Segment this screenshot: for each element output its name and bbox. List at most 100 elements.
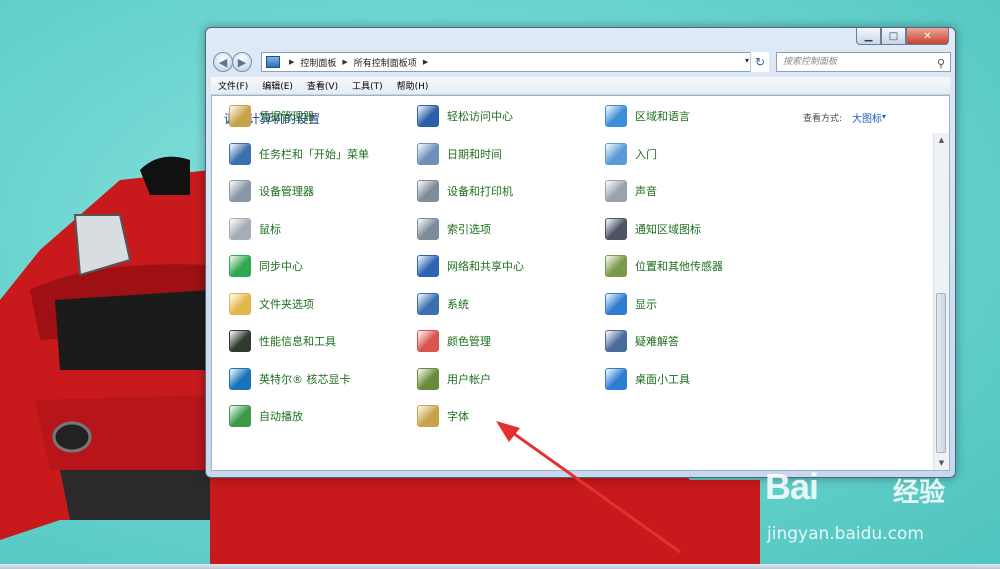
control-panel-item[interactable]: 用户帐户 <box>417 365 491 393</box>
control-panel-item-label: 声音 <box>635 185 657 198</box>
control-panel-item-label: 自动播放 <box>259 410 303 423</box>
view-by-dropdown[interactable]: 大图标 <box>852 110 882 125</box>
control-panel-item[interactable]: 日期和时间 <box>417 140 502 168</box>
globe-icon <box>605 105 627 127</box>
control-panel-item-label: 网络和共享中心 <box>447 260 524 273</box>
control-panel-item-label: 鼠标 <box>259 222 281 236</box>
control-panel-item-label: 通知区域图标 <box>635 222 701 236</box>
control-panel-item[interactable]: 同步中心 <box>229 252 303 280</box>
control-panel-item[interactable]: 入门 <box>605 140 657 168</box>
address-dropdown-icon[interactable]: ▾ <box>745 56 749 65</box>
breadcrumb-separator: ▶ <box>342 58 348 66</box>
car-foglight <box>52 421 92 453</box>
calendar-clock-icon <box>417 142 439 165</box>
control-panel-item[interactable]: 凭据管理器 <box>229 102 314 130</box>
control-panel-item-label: 设备和打印机 <box>447 185 513 198</box>
fonts-icon <box>417 405 439 427</box>
control-panel-item-label: 凭据管理器 <box>259 110 314 123</box>
control-panel-item[interactable]: 自动播放 <box>229 402 303 430</box>
control-panel-item[interactable]: 索引选项 <box>417 215 491 243</box>
control-panel-item[interactable]: 位置和其他传感器 <box>605 252 723 280</box>
scroll-up-button[interactable]: ▲ <box>934 133 949 147</box>
mouse-icon <box>229 217 251 240</box>
control-panel-item-label: 入门 <box>635 147 657 161</box>
control-panel-item-label: 同步中心 <box>259 260 303 273</box>
search-icon[interactable]: ⚲ <box>937 55 945 73</box>
chevron-down-icon[interactable]: ▾ <box>882 112 886 121</box>
scroll-thumb[interactable] <box>936 293 946 453</box>
control-panel-item[interactable]: 显示 <box>605 290 657 318</box>
folder-options-icon <box>229 292 251 315</box>
getting-started-icon <box>605 142 627 165</box>
control-panel-item-label: 任务栏和「开始」菜单 <box>259 147 369 161</box>
refresh-button[interactable]: ↻ <box>750 52 769 72</box>
control-panel-item[interactable]: 设备和打印机 <box>417 177 513 205</box>
breadcrumb-all-items[interactable]: 所有控制面板项 <box>354 56 417 69</box>
menu-help[interactable]: 帮助(H) <box>390 79 436 92</box>
menu-edit[interactable]: 编辑(E) <box>255 79 300 92</box>
control-panel-item-label: 桌面小工具 <box>635 372 690 386</box>
taskbar-icon <box>229 142 251 165</box>
sync-icon <box>229 255 251 277</box>
autoplay-icon <box>229 405 251 427</box>
menu-tools[interactable]: 工具(T) <box>345 79 390 92</box>
maximize-button[interactable]: □ <box>881 28 906 45</box>
desktop-gadgets-icon <box>605 367 627 390</box>
control-panel-item-label: 日期和时间 <box>447 147 502 161</box>
car-grille <box>55 290 210 370</box>
menu-view[interactable]: 查看(V) <box>300 79 345 92</box>
sensor-icon <box>605 255 627 277</box>
control-panel-item[interactable]: 文件夹选项 <box>229 290 314 318</box>
forward-button[interactable]: ▶ <box>232 52 252 72</box>
control-panel-item-label: 位置和其他传感器 <box>635 260 723 273</box>
credential-vault-icon <box>229 105 251 127</box>
menu-bar: 文件(F) 编辑(E) 查看(V) 工具(T) 帮助(H) <box>211 77 950 95</box>
control-panel-item[interactable]: 区域和语言 <box>605 102 690 130</box>
watermark-suffix: 经验 <box>893 478 946 508</box>
control-panel-item-label: 显示 <box>635 297 657 311</box>
notification-area-icon <box>605 217 627 240</box>
control-panel-item[interactable]: 鼠标 <box>229 215 281 243</box>
baidu-jingyan-watermark: Bai 经验 jingyan.baidu.com <box>765 466 985 551</box>
performance-icon <box>229 330 251 352</box>
control-panel-item[interactable]: 性能信息和工具 <box>229 327 336 355</box>
watermark-brand: Bai <box>765 466 819 507</box>
control-panel-item-label: 性能信息和工具 <box>259 335 336 348</box>
troubleshooting-icon <box>605 330 627 352</box>
control-panel-item[interactable]: 英特尔® 核芯显卡 <box>229 365 351 393</box>
breadcrumb-separator: ▶ <box>289 58 295 66</box>
control-panel-item[interactable]: 轻松访问中心 <box>417 102 513 130</box>
close-button[interactable]: ✕ <box>906 28 949 45</box>
back-button[interactable]: ◀ <box>213 52 233 72</box>
control-panel-item[interactable]: 桌面小工具 <box>605 365 690 393</box>
control-panel-item[interactable]: 网络和共享中心 <box>417 252 524 280</box>
search-input[interactable]: 搜索控制面板 ⚲ <box>776 52 951 72</box>
control-panel-item[interactable]: 任务栏和「开始」菜单 <box>229 140 369 168</box>
control-panel-item[interactable]: 设备管理器 <box>229 177 314 205</box>
control-panel-item-label: 区域和语言 <box>635 110 690 123</box>
color-management-icon <box>417 330 439 352</box>
watermark-url: jingyan.baidu.com <box>767 524 924 544</box>
breadcrumb-control-panel[interactable]: 控制面板 <box>300 56 336 69</box>
control-panel-item[interactable]: 颜色管理 <box>417 327 491 355</box>
user-accounts-icon <box>417 367 439 390</box>
content-pane: 调整计算机的设置 查看方式: 大图标 ▾ 凭据管理器 轻松访问中心 区域和语言 任务栏… <box>211 95 950 471</box>
control-panel-icon <box>266 56 280 68</box>
taskbar <box>0 564 1000 569</box>
minimize-button[interactable]: ▁ <box>856 28 881 45</box>
control-panel-item[interactable]: 字体 <box>417 402 469 430</box>
control-panel-item[interactable]: 通知区域图标 <box>605 215 701 243</box>
menu-file[interactable]: 文件(F) <box>211 79 255 92</box>
control-panel-item[interactable]: 系统 <box>417 290 469 318</box>
address-bar[interactable]: ▶ 控制面板 ▶ 所有控制面板项 ▶ ▾ <box>261 52 764 72</box>
control-panel-item[interactable]: 疑难解答 <box>605 327 679 355</box>
control-panel-item-label: 英特尔® 核芯显卡 <box>259 372 351 386</box>
intel-graphics-icon <box>229 367 251 390</box>
printer-icon <box>417 180 439 202</box>
vertical-scrollbar[interactable]: ▲ ▼ <box>933 133 949 470</box>
control-panel-item[interactable]: 声音 <box>605 177 657 205</box>
speaker-icon <box>605 180 627 202</box>
control-panel-item-label: 文件夹选项 <box>259 297 314 311</box>
navigation-row: ◀ ▶ ▶ 控制面板 ▶ 所有控制面板项 ▶ ▾ ↻ 搜索控制面板 ⚲ <box>210 52 951 74</box>
caption-buttons: ▁ □ ✕ <box>856 28 949 45</box>
